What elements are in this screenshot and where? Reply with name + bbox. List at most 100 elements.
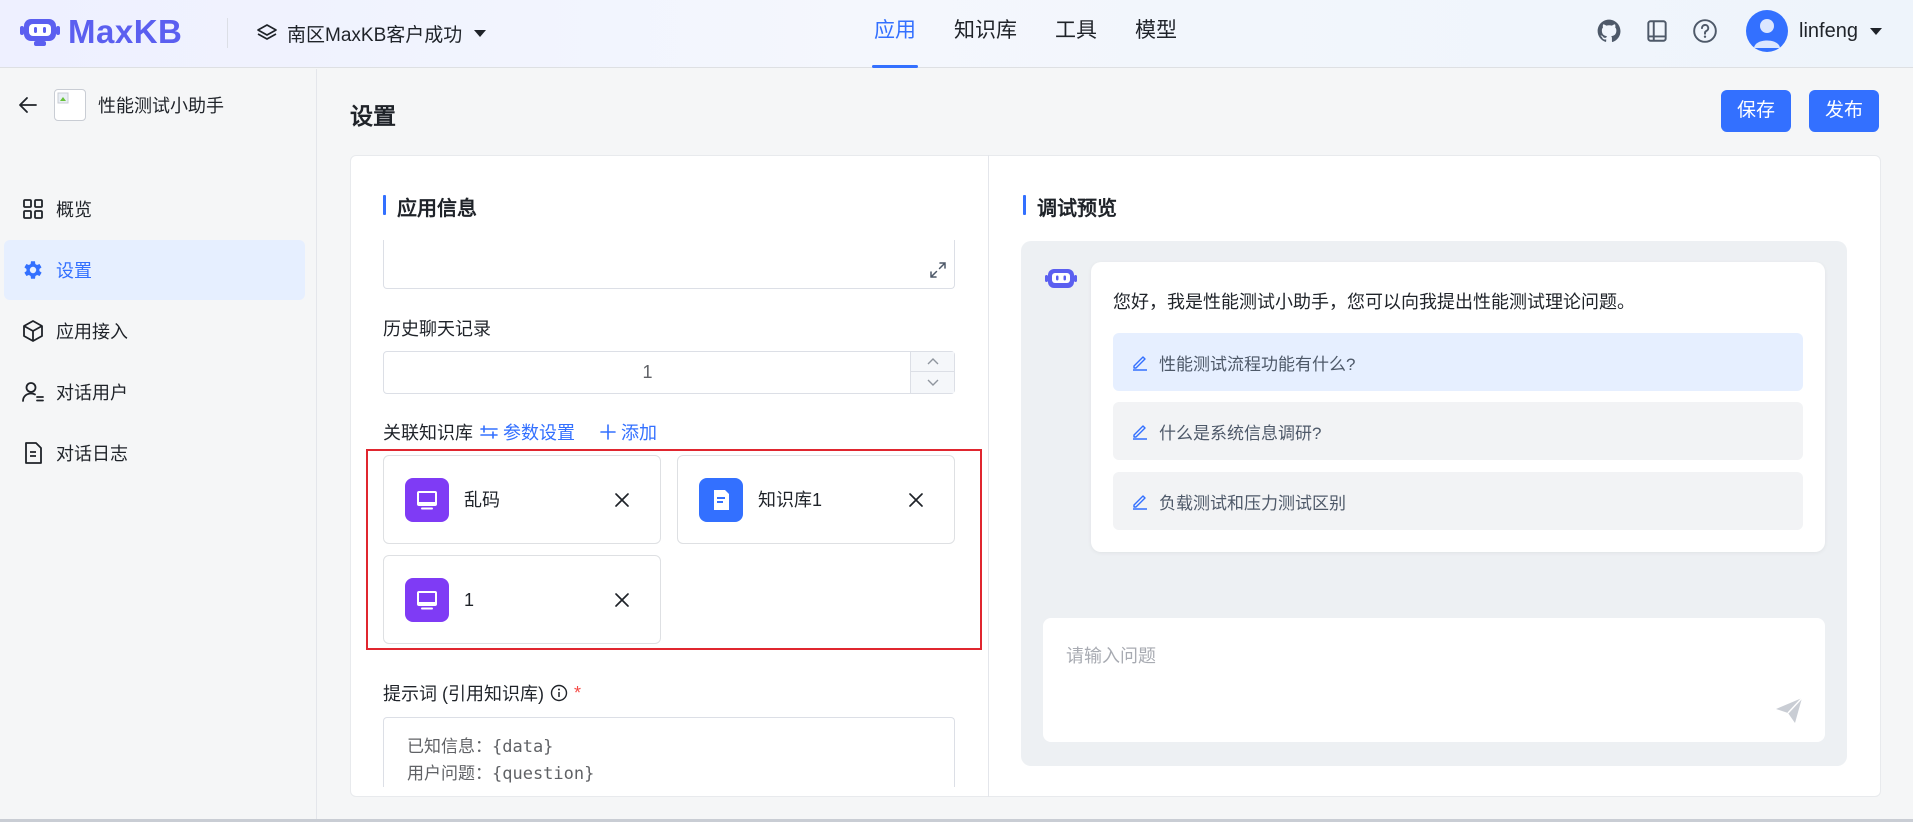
- kb-actions: 参数设置 添加: [479, 419, 657, 445]
- nav-knowledge-base[interactable]: 知识库: [954, 0, 1017, 68]
- suggested-question[interactable]: 什么是系统信息调研?: [1113, 402, 1803, 460]
- document-icon: [699, 478, 743, 522]
- chat-input-placeholder: 请输入问题: [1066, 646, 1156, 666]
- sidebar-item-label: 概览: [56, 200, 92, 220]
- suggested-question-text: 什么是系统信息调研?: [1159, 423, 1322, 443]
- sidebar-item-chat-logs[interactable]: 对话日志: [4, 423, 305, 483]
- avatar: [1746, 10, 1788, 52]
- nav-tools[interactable]: 工具: [1055, 0, 1097, 68]
- param-settings-label: 参数设置: [503, 423, 575, 443]
- kb-card: 乱码: [383, 455, 661, 544]
- close-icon[interactable]: [612, 490, 632, 510]
- kb-name: 1: [464, 590, 475, 610]
- decrement-button[interactable]: [911, 372, 954, 392]
- close-icon[interactable]: [612, 590, 632, 610]
- sidebar-menu: 概览 设置 应用接入 对话用户 对话日志: [4, 179, 305, 484]
- sidebar: 性能测试小助手 概览 设置 应用接入 对话用户 对话日志: [0, 69, 317, 822]
- cube-icon: [20, 318, 46, 344]
- description-textarea[interactable]: [383, 240, 955, 289]
- app-image-icon: [54, 89, 86, 121]
- history-label: 历史聊天记录: [383, 319, 491, 339]
- app-name: 性能测试小助手: [98, 96, 224, 116]
- nav-applications[interactable]: 应用: [872, 0, 918, 68]
- sidebar-item-settings[interactable]: 设置: [4, 240, 305, 300]
- required-mark: *: [574, 682, 582, 703]
- main-nav: 应用 知识库 工具 模型: [872, 0, 1215, 68]
- logo-text: MaxKB: [68, 13, 183, 50]
- welcome-message: 您好，我是性能测试小助手，您可以向我提出性能测试理论问题。 性能测试流程功能有什…: [1091, 262, 1825, 552]
- gear-icon: [20, 257, 46, 283]
- stepper-buttons: [910, 352, 954, 393]
- chevron-down-icon: [474, 29, 487, 37]
- increment-button[interactable]: [911, 352, 954, 372]
- prompt-label: 提示词 (引用知识库) *: [383, 680, 581, 706]
- greeting-text: 您好，我是性能测试小助手，您可以向我提出性能测试理论问题。: [1113, 292, 1635, 312]
- prompt-label-text: 提示词 (引用知识库): [383, 684, 544, 704]
- param-settings-link[interactable]: 参数设置: [479, 419, 575, 445]
- top-header: MaxKB 南区MaxKB客户成功 应用 知识库 工具 模型 linfeng: [0, 0, 1913, 68]
- sidebar-item-label: 应用接入: [56, 322, 128, 342]
- edit-icon: [1129, 420, 1151, 442]
- edit-icon: [1129, 351, 1151, 373]
- layers-icon: [257, 24, 277, 40]
- sliders-icon: [480, 425, 498, 439]
- book-icon[interactable]: [1642, 16, 1672, 46]
- save-button[interactable]: 保存: [1721, 90, 1792, 132]
- prompt-line: 已知信息：{data}: [407, 737, 554, 757]
- document-icon: [20, 440, 46, 466]
- history-stepper[interactable]: 1: [383, 351, 955, 394]
- send-icon[interactable]: [1773, 694, 1805, 726]
- maxkb-logo[interactable]: MaxKB: [20, 12, 182, 52]
- chevron-down-icon: [1869, 27, 1882, 35]
- sidebar-item-label: 对话日志: [56, 444, 128, 464]
- suggested-question[interactable]: 性能测试流程功能有什么?: [1113, 333, 1803, 391]
- workspace-selector[interactable]: 南区MaxKB客户成功: [256, 16, 487, 50]
- plus-icon: [600, 424, 616, 440]
- expand-icon[interactable]: [928, 260, 948, 280]
- suggested-question[interactable]: 负载测试和压力测试区别: [1113, 472, 1803, 530]
- sidebar-item-app-access[interactable]: 应用接入: [4, 301, 305, 361]
- page-title: 设置: [350, 103, 396, 129]
- add-kb-label: 添加: [621, 423, 657, 443]
- nav-models[interactable]: 模型: [1135, 0, 1177, 68]
- username: linfeng: [1799, 19, 1858, 42]
- header-divider: [227, 18, 228, 48]
- chevron-up-icon: [927, 357, 938, 364]
- user-menu[interactable]: linfeng: [1746, 10, 1882, 52]
- sidebar-item-label: 设置: [56, 261, 92, 281]
- prompt-textarea[interactable]: 已知信息：{data} 用户问题：{question}: [383, 717, 955, 787]
- add-kb-link[interactable]: 添加: [599, 419, 657, 445]
- close-icon[interactable]: [906, 490, 926, 510]
- chevron-down-icon: [927, 379, 938, 386]
- history-value[interactable]: 1: [384, 352, 911, 393]
- header-icons: [1594, 16, 1738, 46]
- sidebar-item-overview[interactable]: 概览: [4, 179, 305, 239]
- monitor-icon: [405, 478, 449, 522]
- publish-button[interactable]: 发布: [1809, 90, 1880, 132]
- chat-input[interactable]: 请输入问题: [1043, 618, 1825, 742]
- prompt-line: 用户问题：{question}: [407, 764, 595, 784]
- column-divider: [988, 155, 989, 797]
- workspace-name: 南区MaxKB客户成功: [287, 24, 463, 46]
- grid-icon: [20, 196, 46, 222]
- robot-logo-icon: [20, 19, 60, 46]
- sidebar-item-label: 对话用户: [56, 383, 128, 403]
- robot-icon: [1045, 266, 1077, 299]
- suggested-question-text: 负载测试和压力测试区别: [1159, 493, 1346, 513]
- user-icon: [20, 379, 46, 405]
- kb-card: 知识库1: [677, 455, 955, 544]
- back-arrow-icon[interactable]: [16, 93, 40, 117]
- help-icon[interactable]: [1690, 16, 1720, 46]
- kb-name: 知识库1: [758, 490, 823, 510]
- app-info-title: 应用信息: [383, 192, 477, 221]
- user-avatar-icon: [1754, 19, 1780, 48]
- github-icon[interactable]: [1594, 16, 1624, 46]
- sidebar-item-chat-users[interactable]: 对话用户: [4, 362, 305, 422]
- edit-icon: [1129, 490, 1151, 512]
- monitor-icon: [405, 578, 449, 622]
- kb-label: 关联知识库: [383, 423, 473, 443]
- suggested-question-text: 性能测试流程功能有什么?: [1159, 354, 1356, 374]
- kb-name: 乱码: [464, 490, 500, 510]
- preview-title: 调试预览: [1023, 192, 1117, 221]
- info-icon[interactable]: [550, 684, 568, 702]
